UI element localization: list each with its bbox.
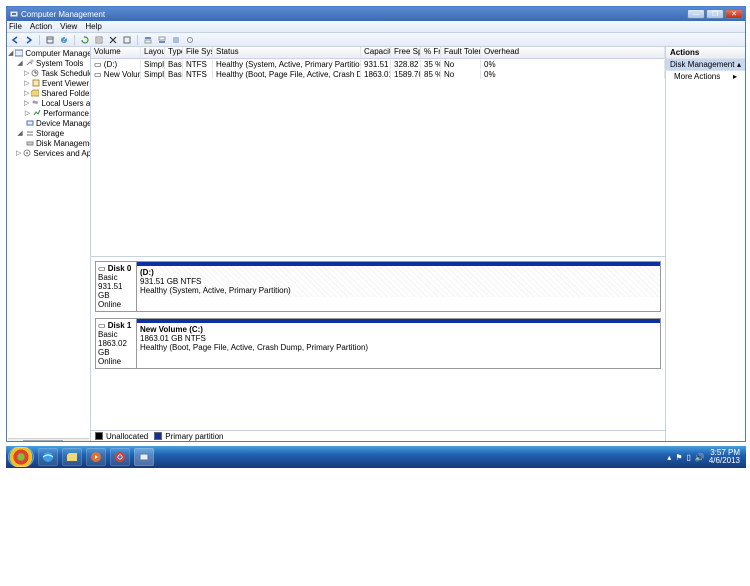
disk-info: ▭ Disk 1 Basic 1863.02 GB Online: [95, 318, 137, 369]
delete-button[interactable]: [107, 34, 119, 46]
taskbar-compmgmt-icon[interactable]: [134, 448, 154, 466]
tree-performance[interactable]: ▷Performance: [8, 108, 89, 118]
tree-shared-folders[interactable]: ▷Shared Folders: [8, 88, 89, 98]
minimize-button[interactable]: —: [687, 9, 705, 19]
taskbar-explorer-icon[interactable]: [62, 448, 82, 466]
chevron-right-icon: ▸: [733, 72, 737, 81]
menu-action[interactable]: Action: [30, 22, 52, 31]
taskbar-ie-icon[interactable]: [38, 448, 58, 466]
disk-graphical-view: ▭ Disk 0 Basic 931.51 GB Online (D:) 931…: [91, 257, 665, 430]
volume-list[interactable]: ▭ (D:) Simple Basic NTFS Healthy (System…: [91, 59, 665, 257]
forward-button[interactable]: [23, 34, 35, 46]
disk-icon: ▭: [98, 321, 108, 330]
col-overhead[interactable]: Overhead: [481, 47, 665, 58]
col-filesystem[interactable]: File System: [183, 47, 213, 58]
tree-disk-management[interactable]: Disk Management: [8, 138, 89, 148]
col-pctfree[interactable]: % Free: [421, 47, 441, 58]
drive-icon: ▭: [94, 70, 102, 79]
settings-button[interactable]: [121, 34, 133, 46]
toolbar: ?: [7, 33, 745, 47]
navigation-tree[interactable]: ◢Computer Management (Local) ◢System Too…: [7, 47, 91, 441]
col-layout[interactable]: Layout: [141, 47, 165, 58]
actions-context[interactable]: Disk Management▴: [666, 59, 745, 71]
help-button[interactable]: ?: [58, 34, 70, 46]
menu-view[interactable]: View: [60, 22, 77, 31]
center-panel: Volume Layout Type File System Status Ca…: [91, 47, 665, 441]
col-freespace[interactable]: Free Space: [391, 47, 421, 58]
menubar: File Action View Help: [7, 21, 745, 33]
svg-text:?: ?: [62, 36, 67, 44]
start-button[interactable]: [8, 447, 34, 467]
tree-local-users[interactable]: ▷Local Users and Groups: [8, 98, 89, 108]
view-list-button[interactable]: [170, 34, 182, 46]
taskbar[interactable]: ▴ ⚑ ▯ 🔊 3:57 PM 4/6/2013: [6, 446, 746, 468]
volume-row[interactable]: ▭ New Volume (C:) Simple Basic NTFS Heal…: [91, 69, 665, 79]
maximize-button[interactable]: ❐: [706, 9, 724, 19]
legend-swatch-primary: [154, 432, 162, 440]
separator: [74, 35, 75, 45]
tree-scrollbar[interactable]: [8, 438, 89, 441]
col-capacity[interactable]: Capacity: [361, 47, 391, 58]
partition-c[interactable]: New Volume (C:) 1863.01 GB NTFS Healthy …: [137, 318, 661, 369]
drive-icon: ▭: [94, 60, 102, 69]
tree-system-tools[interactable]: ◢System Tools: [8, 58, 89, 68]
network-icon[interactable]: ▯: [686, 453, 690, 462]
disk-row-0[interactable]: ▭ Disk 0 Basic 931.51 GB Online (D:) 931…: [95, 261, 661, 312]
tree-device-manager[interactable]: Device Manager: [8, 118, 89, 128]
col-status[interactable]: Status: [213, 47, 361, 58]
view-top-button[interactable]: [142, 34, 154, 46]
volume-list-header: Volume Layout Type File System Status Ca…: [91, 47, 665, 59]
show-hide-tree-button[interactable]: [44, 34, 56, 46]
more-actions[interactable]: More Actions▸: [666, 71, 745, 82]
disk-row-1[interactable]: ▭ Disk 1 Basic 1863.02 GB Online New Vol…: [95, 318, 661, 369]
refresh-button[interactable]: [79, 34, 91, 46]
volume-row[interactable]: ▭ (D:) Simple Basic NTFS Healthy (System…: [91, 59, 665, 69]
titlebar[interactable]: Computer Management — ❐ ✕: [7, 7, 745, 21]
col-fault[interactable]: Fault Tolerance: [441, 47, 481, 58]
view-bottom-button[interactable]: [156, 34, 168, 46]
taskbar-media-icon[interactable]: [86, 448, 106, 466]
system-tray[interactable]: ▴ ⚑ ▯ 🔊 3:57 PM 4/6/2013: [667, 449, 746, 465]
tree-storage[interactable]: ◢Storage: [8, 128, 89, 138]
flag-icon[interactable]: ⚑: [675, 453, 682, 462]
window-title: Computer Management: [19, 10, 686, 19]
legend: Unallocated Primary partition: [91, 430, 665, 441]
clock[interactable]: 3:57 PM 4/6/2013: [709, 449, 740, 465]
separator: [137, 35, 138, 45]
actions-sidebar: Actions Disk Management▴ More Actions▸: [665, 47, 745, 441]
chevron-up-icon: ▴: [737, 60, 741, 69]
actions-header: Actions: [666, 47, 745, 59]
menu-file[interactable]: File: [9, 22, 22, 31]
col-volume[interactable]: Volume: [91, 47, 141, 58]
tree-task-scheduler[interactable]: ▷Task Scheduler: [8, 68, 89, 78]
back-button[interactable]: [9, 34, 21, 46]
menu-help[interactable]: Help: [85, 22, 101, 31]
close-button[interactable]: ✕: [725, 9, 743, 19]
legend-swatch-unallocated: [95, 432, 103, 440]
computer-management-window: Computer Management — ❐ ✕ File Action Vi…: [6, 6, 746, 442]
tree-event-viewer[interactable]: ▷Event Viewer: [8, 78, 89, 88]
partition-d[interactable]: (D:) 931.51 GB NTFS Healthy (System, Act…: [137, 261, 661, 312]
taskbar-chrome-icon[interactable]: [110, 448, 130, 466]
volume-icon[interactable]: 🔊: [695, 453, 705, 462]
show-hidden-icon[interactable]: ▴: [667, 453, 671, 462]
properties-button[interactable]: [93, 34, 105, 46]
view-settings-button[interactable]: [184, 34, 196, 46]
app-icon: [9, 9, 19, 19]
disk-icon: ▭: [98, 264, 108, 273]
tree-root[interactable]: ◢Computer Management (Local): [8, 48, 89, 58]
disk-info: ▭ Disk 0 Basic 931.51 GB Online: [95, 261, 137, 312]
tree-services[interactable]: ▷Services and Applications: [8, 148, 89, 158]
col-type[interactable]: Type: [165, 47, 183, 58]
separator: [39, 35, 40, 45]
